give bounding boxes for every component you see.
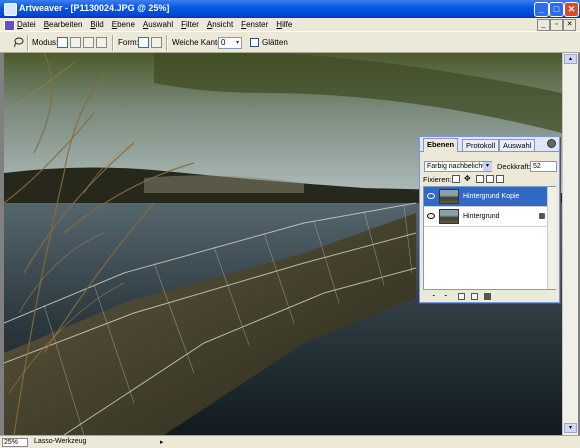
form-polygon-lasso-icon[interactable] [151,37,162,48]
scroll-down-icon[interactable]: ▾ [564,423,577,433]
vertical-scrollbar[interactable]: ▴ ▾ [562,53,578,435]
new-layer-icon[interactable] [471,293,478,300]
gear-icon[interactable] [547,139,556,148]
layer-list-scrollbar[interactable] [547,187,556,289]
lasso-icon[interactable] [12,37,24,48]
glaetten-label: Glätten [262,38,288,47]
layer-row-hintergrund[interactable]: Hintergrund [424,207,547,227]
app-icon [4,3,17,16]
form-freehand-lasso-icon[interactable] [138,37,149,48]
move-icon[interactable]: ✥ [464,175,472,183]
separator [27,35,29,51]
layers-panel: Ebenen Protokoll Auswahl Farbig nachbeli… [419,136,560,303]
layer-thumbnail [439,189,459,204]
weiche-kante-label: Weiche Kante: [172,38,224,47]
weiche-kante-dropdown-icon[interactable]: ▾ [234,38,241,48]
eye-icon[interactable] [427,193,435,199]
menu-bild[interactable]: Bild [90,20,103,29]
separator [166,35,168,51]
lock-pixels-checkbox[interactable] [476,175,484,183]
layer-list: Hintergrund Kopie Hintergrund [423,186,556,290]
options-bar: Modus: Form: Weiche Kante: 0 ▾ Glätten [0,31,580,53]
scroll-up-icon[interactable]: ▴ [564,54,577,64]
menu-ebene[interactable]: Ebene [112,20,135,29]
panel-footer: ⁃ ⁃ [420,292,559,302]
lock-icon [539,213,545,219]
fix-label: Fixieren: [423,175,452,184]
lock-transparency-checkbox[interactable] [452,175,460,183]
menu-bearbeiten[interactable]: Bearbeiten [44,20,83,29]
lock-all-checkbox[interactable] [496,175,504,183]
mode-subtract-selection-icon[interactable] [83,37,94,48]
maximize-button[interactable]: □ [549,2,564,17]
close-button[interactable]: ✕ [564,2,579,17]
current-tool: Lasso-Werkzeug [34,438,87,445]
status-arrow-icon[interactable]: ▸ [160,438,164,446]
trash-icon[interactable] [484,293,491,300]
menu-hilfe[interactable]: Hilfe [276,20,292,29]
menu-ansicht[interactable]: Ansicht [207,20,233,29]
menu-auswahl[interactable]: Auswahl [143,20,173,29]
opacity-label: Deckkraft: [497,162,531,171]
layer-thumbnail [439,209,459,224]
title-bar: Artweaver - [P1130024.JPG @ 25%] _ □ ✕ [0,0,580,18]
modus-label: Modus: [32,38,59,47]
glaetten-checkbox[interactable] [250,38,259,47]
minimize-button[interactable]: _ [534,2,549,17]
mode-intersect-selection-icon[interactable] [96,37,107,48]
zoom-field[interactable]: 25% [2,438,28,447]
tab-ebenen[interactable]: Ebenen [423,138,459,152]
opacity-input[interactable]: 52 [530,161,557,172]
menu-fenster[interactable]: Fenster [241,20,268,29]
mode-new-selection-icon[interactable] [57,37,68,48]
menu-datei[interactable]: Datei [17,20,36,29]
folder-icon[interactable] [458,293,465,300]
form-label: Form: [118,38,139,47]
window-title: Artweaver - [P1130024.JPG @ 25%] [19,3,170,13]
eye-icon[interactable] [427,213,435,219]
layer-name: Hintergrund [463,213,500,220]
menu-bar: Datei Bearbeiten Bild Ebene Auswahl Filt… [0,18,580,31]
doc-minimize-button[interactable]: _ [537,19,550,31]
tab-protokoll[interactable]: Protokoll [462,139,500,151]
adjust-icon[interactable]: ⁃ [432,293,439,300]
lock-position-checkbox[interactable] [486,175,494,183]
chevron-down-icon[interactable]: ▾ [483,162,492,171]
layer-name: Hintergrund Kopie [463,193,520,200]
tab-auswahl[interactable]: Auswahl [499,139,536,151]
doc-close-button[interactable]: ✕ [563,19,576,31]
panel-tabs: Ebenen Protokoll Auswahl [420,137,559,152]
status-bar: 25% Lasso-Werkzeug ▸ [0,435,580,448]
menu-filter[interactable]: Filter [181,20,199,29]
mode-add-selection-icon[interactable] [70,37,81,48]
blend-mode-select[interactable]: Farbig nachbelichten [424,161,492,172]
layer-row-hintergrund-kopie[interactable]: Hintergrund Kopie [424,187,547,207]
document-icon[interactable] [4,20,15,31]
doc-restore-button[interactable]: ▫ [550,19,563,31]
effects-icon[interactable]: ⁃ [444,293,451,300]
separator [112,35,114,51]
